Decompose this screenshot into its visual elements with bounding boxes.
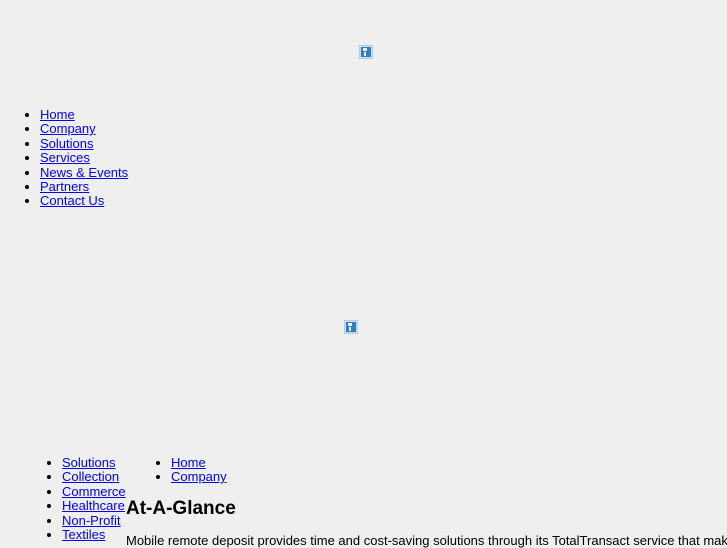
nav-link-news-and-events[interactable]: News & Events: [40, 165, 128, 180]
list-item: Solutions: [40, 136, 340, 151]
footer-navigation-list: Home Company: [131, 455, 291, 485]
list-item: Services: [40, 151, 340, 165]
nav-link-partners[interactable]: Partners: [40, 179, 89, 194]
list-item: Partners: [40, 179, 340, 194]
nav-link-solutions[interactable]: Solutions: [40, 136, 93, 151]
list-item: Home: [40, 107, 340, 122]
broken-image-glyph: [346, 322, 356, 332]
nav-link-services[interactable]: Services: [40, 150, 90, 165]
list-item: News & Events: [40, 165, 340, 180]
footer-link-company[interactable]: Company: [171, 469, 227, 484]
list-item: Company: [40, 122, 340, 136]
solutions-link-healthcare[interactable]: Healthcare: [62, 498, 125, 513]
nav-link-company[interactable]: Company: [40, 121, 96, 136]
list-item: Contact Us: [40, 194, 340, 208]
broken-image-glyph: [361, 47, 371, 57]
broken-image-icon-middle: [344, 320, 358, 334]
broken-image-icon-top: [359, 45, 373, 59]
solutions-link-collection[interactable]: Collection: [62, 469, 119, 484]
at-a-glance-heading: At-A-Glance: [126, 498, 236, 519]
nav-link-contact-us[interactable]: Contact Us: [40, 193, 104, 208]
main-navigation-list: Home Company Solutions Services News & E…: [0, 107, 340, 209]
solutions-link-solutions[interactable]: Solutions: [62, 455, 115, 470]
at-a-glance-paragraph: Mobile remote deposit provides time and …: [126, 533, 727, 548]
at-a-glance-section: At-A-Glance Mobile remote deposit provid…: [126, 498, 727, 548]
list-item: Home: [171, 455, 291, 470]
solutions-link-textiles[interactable]: Textiles: [62, 527, 105, 542]
list-item: Company: [171, 470, 291, 484]
solutions-link-non-profit[interactable]: Non-Profit: [62, 513, 121, 528]
footer-link-home[interactable]: Home: [171, 455, 206, 470]
nav-link-home[interactable]: Home: [40, 107, 75, 122]
solutions-link-commerce[interactable]: Commerce: [62, 484, 126, 499]
